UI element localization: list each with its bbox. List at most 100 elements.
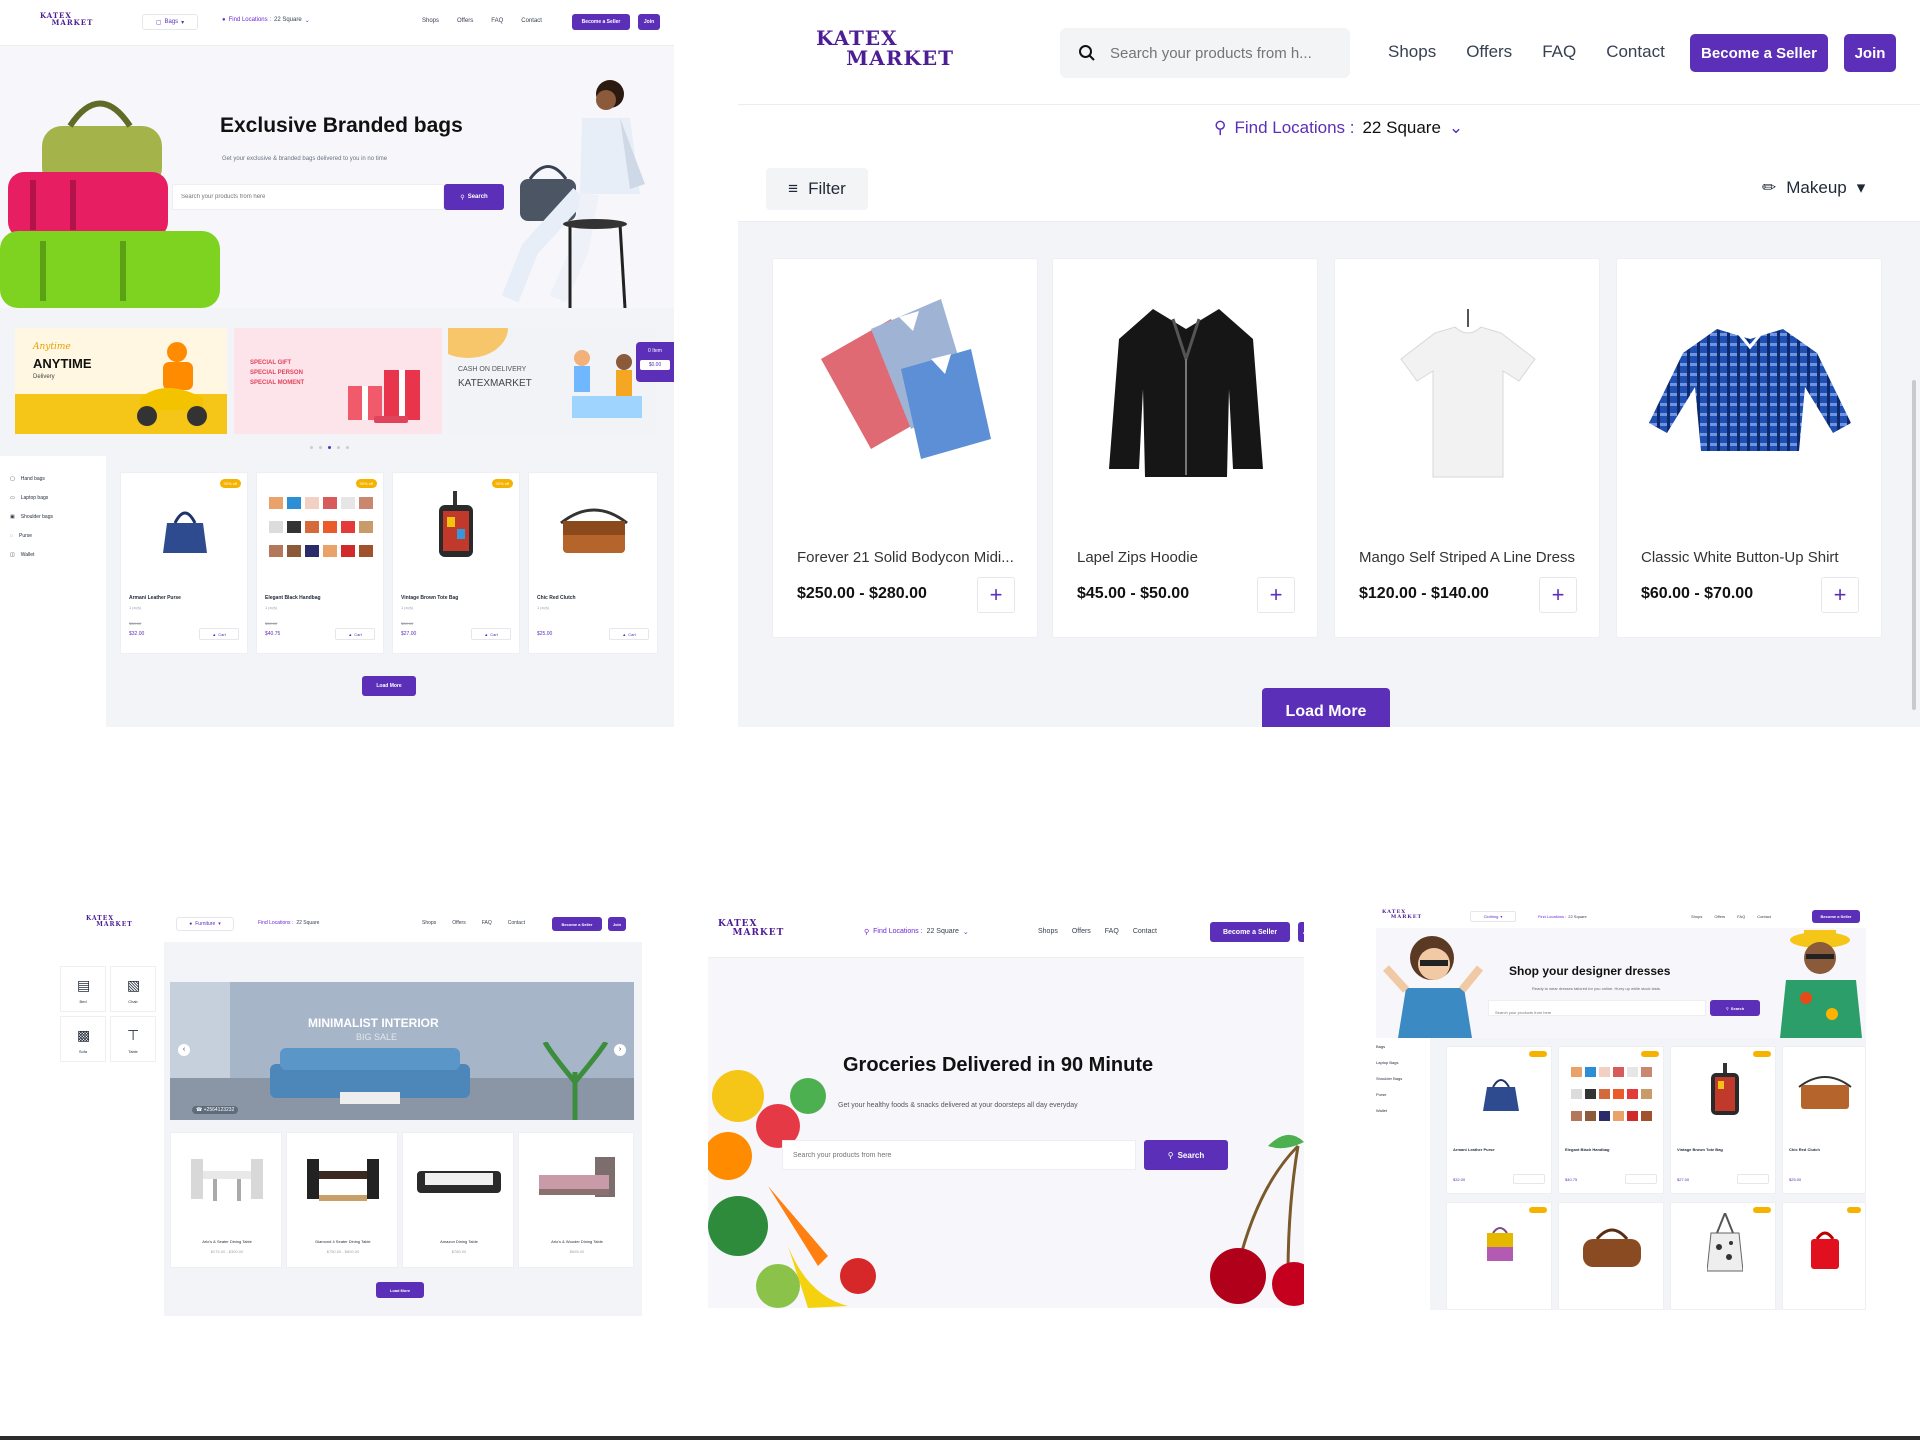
become-seller-button[interactable]: Become a Seller xyxy=(1690,34,1828,72)
product-card[interactable]: Classic White Button-Up Shirt $60.00 - $… xyxy=(1616,258,1882,638)
product-card[interactable]: Chic Red Clutch $25.00 xyxy=(1782,1046,1866,1194)
nav-shops[interactable]: Shops xyxy=(1038,928,1058,935)
product-card[interactable]: Diamond 4 Seater Dining Table $750.00 - … xyxy=(286,1132,398,1268)
product-card[interactable] xyxy=(1670,1202,1776,1310)
carousel-dot[interactable] xyxy=(319,446,322,449)
nav-shops[interactable]: Shops xyxy=(422,18,439,24)
add-to-cart-button[interactable]: ▲ Cart xyxy=(199,628,239,640)
product-card[interactable] xyxy=(1782,1202,1866,1310)
product-card[interactable]: Armani Leather Purse $32.00 xyxy=(1446,1046,1552,1194)
become-seller-button[interactable]: Become a Seller xyxy=(572,14,630,30)
add-button[interactable]: + xyxy=(1539,577,1577,613)
category-tile-bed[interactable]: ▤ Bed xyxy=(60,966,106,1012)
carousel-next-button[interactable]: › xyxy=(614,1044,626,1056)
nav-faq[interactable]: FAQ xyxy=(491,18,503,24)
nav-faq[interactable]: FAQ xyxy=(1737,914,1745,919)
nav-faq[interactable]: FAQ xyxy=(1105,928,1119,935)
product-card[interactable]: Lapel Zips Hoodie $45.00 - $50.00 + xyxy=(1052,258,1318,638)
category-select[interactable]: Clothing ▾ xyxy=(1470,911,1516,922)
join-button[interactable]: Join xyxy=(1298,922,1304,942)
sidebar-item-shoulder-bags[interactable]: ▣ Shoulder bags xyxy=(10,514,53,520)
product-card[interactable]: 30% off Vintage Brown Tote Bag 1 pc(s) $… xyxy=(392,472,520,654)
load-more-button[interactable]: Load More xyxy=(376,1282,424,1298)
join-button[interactable]: Join xyxy=(638,14,660,30)
search-button[interactable]: ⚲ Search xyxy=(1144,1140,1228,1170)
nav-faq[interactable]: FAQ xyxy=(482,920,492,926)
join-button[interactable]: Join xyxy=(608,917,626,931)
sidebar-item-purse[interactable]: ◌ Purse xyxy=(10,533,32,539)
nav-shops[interactable]: Shops xyxy=(1691,914,1702,919)
product-card[interactable]: 30% off Armani Leather Purse 1 pc(s) $30… xyxy=(120,472,248,654)
category-tile-chair[interactable]: ▧ Chair xyxy=(110,966,156,1012)
location-select[interactable]: Find Locations :22 Square xyxy=(1538,914,1587,919)
bags-logo[interactable]: KATEX MARKET xyxy=(40,12,92,26)
location-select[interactable]: ⚲ Find Locations :22 Square ⌄ xyxy=(864,928,969,936)
promo-banner-gift[interactable]: SPECIAL GIFT SPECIAL PERSON SPECIAL MOME… xyxy=(234,328,442,434)
nav-contact[interactable]: Contact xyxy=(1757,914,1771,919)
nav-offers[interactable]: Offers xyxy=(1714,914,1725,919)
sidebar-item-laptop-bags[interactable]: ▭ Laptop bags xyxy=(10,495,48,501)
category-select[interactable]: ▢ Bags ▾ xyxy=(142,14,198,30)
filter-button[interactable]: ≡ Filter xyxy=(766,168,868,210)
add-to-cart-button[interactable]: ▲ Cart xyxy=(335,628,375,640)
product-card[interactable]: Arlo's & Wooder Dining Table $695.00 xyxy=(518,1132,634,1268)
add-button[interactable]: + xyxy=(1257,577,1295,613)
location-select[interactable]: Find Locations :22 Square xyxy=(258,920,319,926)
clothing-logo[interactable]: KATEX MARKET xyxy=(816,28,953,68)
product-card[interactable]: 30% off Elegant Black Handbag 1 pc(s) $3… xyxy=(256,472,384,654)
search-input[interactable] xyxy=(173,185,423,209)
furniture-banner[interactable]: MINIMALIST INTERIOR BIG SALE ☎ +25641232… xyxy=(170,982,634,1120)
carousel-dot[interactable] xyxy=(328,446,331,449)
nav-shops[interactable]: Shops xyxy=(422,920,436,926)
add-to-cart-button[interactable] xyxy=(1737,1174,1769,1184)
nav-shops[interactable]: Shops xyxy=(1388,42,1436,62)
product-card[interactable]: Mango Self Striped A Line Dress $120.00 … xyxy=(1334,258,1600,638)
add-button[interactable]: + xyxy=(977,577,1015,613)
add-to-cart-button[interactable]: ▲ Cart xyxy=(609,628,649,640)
grocery-logo[interactable]: KATEX MARKET xyxy=(718,920,783,938)
nav-faq[interactable]: FAQ xyxy=(1542,42,1576,62)
search-input[interactable] xyxy=(783,1141,1123,1169)
become-seller-button[interactable]: Become a Seller xyxy=(1210,922,1290,942)
product-card[interactable]: Elegant Black Handbag $40.75 xyxy=(1558,1046,1664,1194)
nav-contact[interactable]: Contact xyxy=(521,18,542,24)
load-more-button[interactable]: Load More xyxy=(1262,688,1390,727)
nav-contact[interactable]: Contact xyxy=(1606,42,1665,62)
scrollbar[interactable] xyxy=(1912,380,1916,710)
carousel-dot[interactable] xyxy=(346,446,349,449)
product-card[interactable] xyxy=(1446,1202,1552,1310)
carousel-prev-button[interactable]: ‹ xyxy=(178,1044,190,1056)
nav-offers[interactable]: Offers xyxy=(1072,928,1091,935)
promo-banner-cod[interactable]: CASH ON DELIVERY KATEXMARKET xyxy=(448,328,656,434)
sidebar-item[interactable]: Shoulder Bags xyxy=(1376,1076,1402,1081)
nav-offers[interactable]: Offers xyxy=(452,920,466,926)
search-button[interactable]: ⚲ Search xyxy=(1710,1000,1760,1016)
promo-banner-delivery[interactable]: Anytime ANYTIME Delivery xyxy=(15,328,227,434)
search-input[interactable] xyxy=(1489,1005,1699,1020)
location-select[interactable]: ● Find Locations :22 Square ⌄ xyxy=(222,17,310,24)
category-tile-sofa[interactable]: ▩ Sofa xyxy=(60,1016,106,1062)
add-to-cart-button[interactable] xyxy=(1625,1174,1657,1184)
product-card[interactable]: Forever 21 Solid Bodycon Midi... $250.00… xyxy=(772,258,1038,638)
gift-cta-button[interactable] xyxy=(374,416,408,423)
cart-widget[interactable]: 0 Item $0.00 xyxy=(636,342,674,382)
sidebar-item-wallet[interactable]: ◫ Wallet xyxy=(10,552,34,558)
sidebar-item[interactable]: Laptop Bags xyxy=(1376,1060,1398,1065)
search-input[interactable] xyxy=(1110,44,1330,62)
product-card[interactable]: Arlo's & Seater Dining Table $275.00 - $… xyxy=(170,1132,282,1268)
furniture-logo[interactable]: KATEX MARKET xyxy=(86,916,132,928)
sidebar-item[interactable]: Bags xyxy=(1376,1044,1385,1049)
sidebar-item[interactable]: Wallet xyxy=(1376,1108,1387,1113)
category-select[interactable]: ● Furniture ▾ xyxy=(176,917,234,931)
dress-logo[interactable]: KATEX MARKET xyxy=(1382,910,1421,920)
join-button[interactable]: Join xyxy=(1844,34,1896,72)
category-tile-table[interactable]: ⊤ Table xyxy=(110,1016,156,1062)
product-card[interactable]: Vintage Brown Tote Bag $27.00 xyxy=(1670,1046,1776,1194)
sidebar-item-hand-bags[interactable]: ▢ Hand bags xyxy=(10,476,45,482)
nav-offers[interactable]: Offers xyxy=(1466,42,1512,62)
nav-contact[interactable]: Contact xyxy=(1133,928,1157,935)
add-to-cart-button[interactable] xyxy=(1513,1174,1545,1184)
product-card[interactable] xyxy=(1558,1202,1664,1310)
become-seller-button[interactable]: Become a Seller xyxy=(552,917,602,931)
carousel-dot[interactable] xyxy=(310,446,313,449)
